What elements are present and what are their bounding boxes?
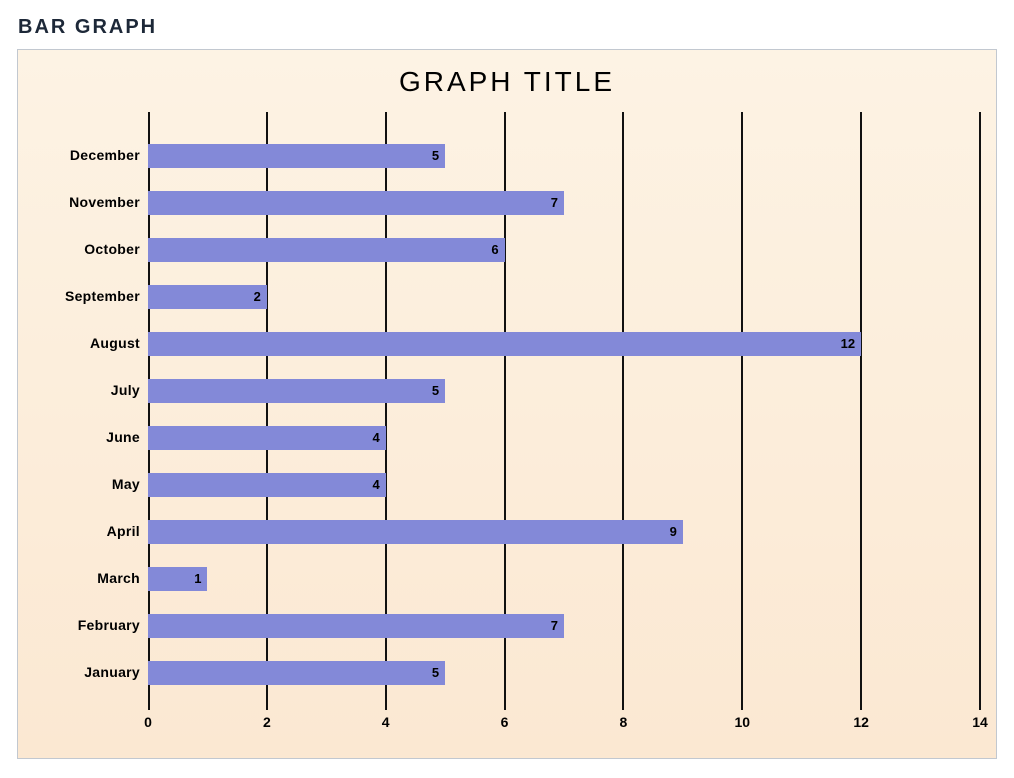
x-axis-tick-label: 12 <box>853 714 869 730</box>
y-axis: December November October September August Ju… <box>36 112 148 710</box>
y-axis-label: September <box>36 288 140 304</box>
bar-value-label: 9 <box>148 520 681 544</box>
x-axis-tick-label: 2 <box>263 714 271 730</box>
y-axis-label: June <box>36 429 140 445</box>
grid-line <box>979 112 981 710</box>
chart-title: GRAPH TITLE <box>18 50 996 104</box>
bar-value-label: 4 <box>148 426 384 450</box>
y-axis-label: December <box>36 147 140 163</box>
y-axis-label: March <box>36 570 140 586</box>
bar-value-label: 7 <box>148 614 562 638</box>
bar-value-label: 6 <box>148 238 503 262</box>
bars-container: 5 7 6 2 12 5 4 4 9 1 7 5 <box>148 112 978 710</box>
x-axis-tick-label: 8 <box>620 714 628 730</box>
plot-area: December November October September August Ju… <box>36 112 978 710</box>
x-axis-tick-label: 10 <box>734 714 750 730</box>
bar-value-label: 1 <box>148 567 205 591</box>
bar-value-label: 7 <box>148 191 562 215</box>
y-axis-label: November <box>36 194 140 210</box>
x-axis-tick-label: 0 <box>144 714 152 730</box>
y-axis-label: October <box>36 241 140 257</box>
bar-value-label: 4 <box>148 473 384 497</box>
y-axis-label: May <box>36 476 140 492</box>
x-axis-tick-label: 4 <box>382 714 390 730</box>
y-axis-label: February <box>36 617 140 633</box>
bar-value-label: 5 <box>148 144 443 168</box>
y-axis-label: July <box>36 382 140 398</box>
y-axis-label: August <box>36 335 140 351</box>
x-axis-tick-label: 6 <box>501 714 509 730</box>
bar-value-label: 12 <box>148 332 859 356</box>
bar-value-label: 2 <box>148 285 265 309</box>
y-axis-label: January <box>36 664 140 680</box>
x-axis: 02468101214 <box>148 714 978 744</box>
page-heading: BAR GRAPH <box>18 16 996 39</box>
y-axis-label: April <box>36 523 140 539</box>
plot: 5 7 6 2 12 5 4 4 9 1 7 5 <box>148 112 978 710</box>
bar-value-label: 5 <box>148 661 443 685</box>
chart-card: GRAPH TITLE December November October Septe… <box>17 49 997 759</box>
x-axis-tick-label: 14 <box>972 714 988 730</box>
bar-value-label: 5 <box>148 379 443 403</box>
